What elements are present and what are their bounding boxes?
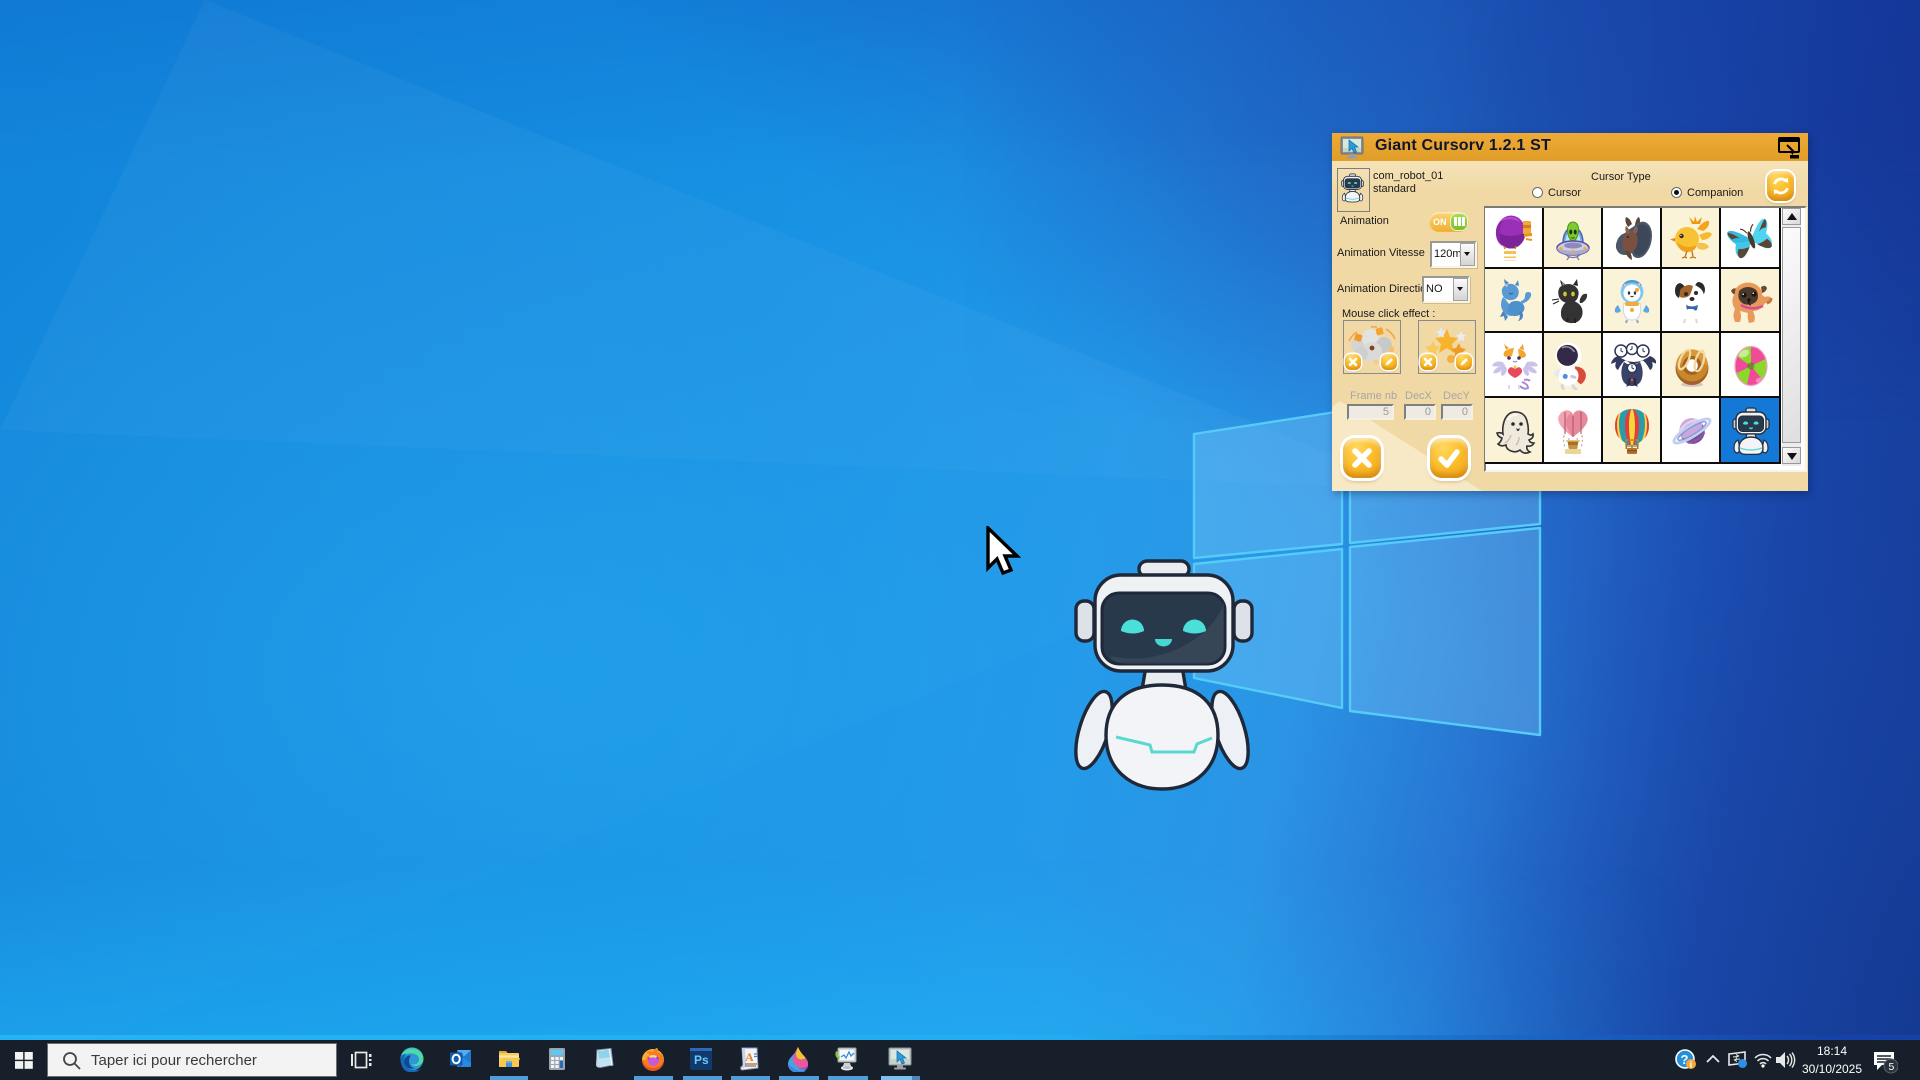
svg-text:A: A <box>745 1050 754 1064</box>
svg-text:5: 5 <box>1889 1061 1895 1073</box>
svg-text:Ps: Ps <box>694 1053 709 1067</box>
